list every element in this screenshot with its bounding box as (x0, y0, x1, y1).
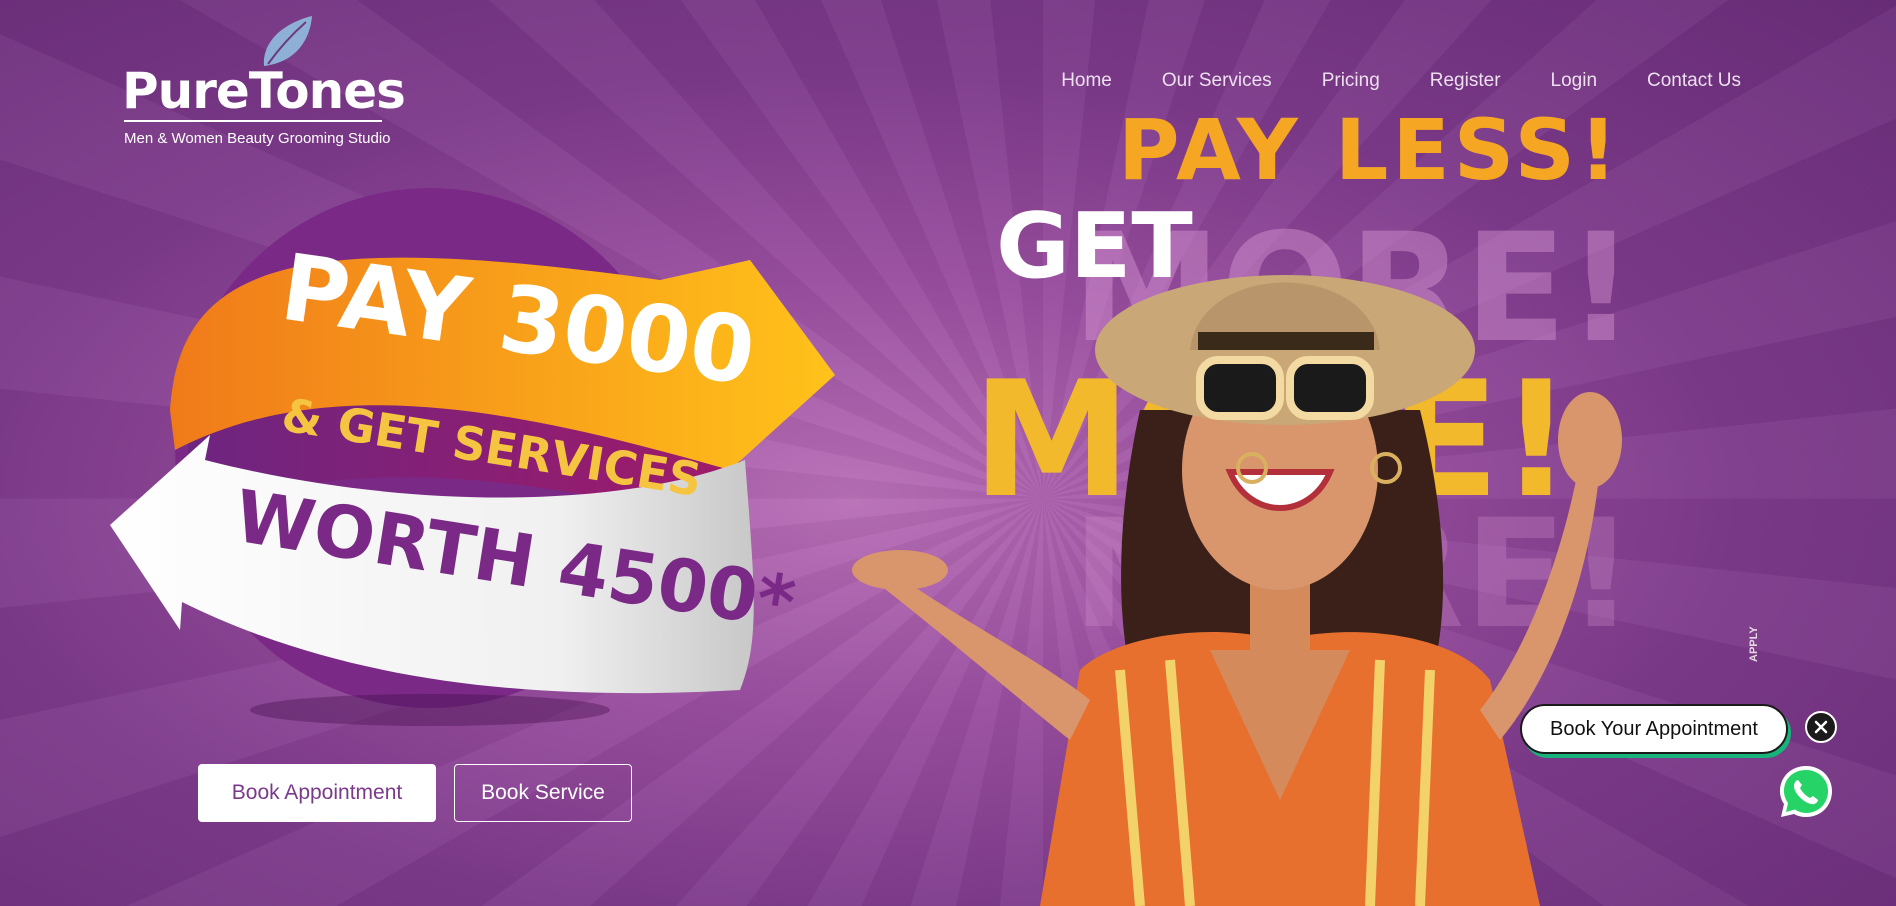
model-illustration (780, 240, 1740, 906)
promo-graphic: PAY 3000 & GET SERVICES WORTH 4500* (100, 170, 840, 730)
headline-pay-less: PAY LESS! (1118, 101, 1622, 199)
whatsapp-icon[interactable] (1776, 762, 1836, 822)
nav-pricing[interactable]: Pricing (1322, 70, 1380, 92)
book-service-button[interactable]: Book Service (454, 764, 632, 822)
nav-our-services[interactable]: Our Services (1162, 70, 1272, 92)
brand-tagline: Men & Women Beauty Grooming Studio (124, 130, 391, 147)
book-your-appointment-button[interactable]: Book Your Appointment (1520, 704, 1788, 754)
brand-name: PureTones (122, 62, 406, 120)
book-appointment-button[interactable]: Book Appointment (198, 764, 436, 822)
close-icon[interactable] (1805, 711, 1837, 743)
terms-apply-text: APPLY (1748, 626, 1760, 662)
nav-contact-us[interactable]: Contact Us (1647, 70, 1741, 92)
nav-login[interactable]: Login (1551, 70, 1598, 92)
main-nav: Home Our Services Pricing Register Login… (1061, 70, 1741, 92)
nav-register[interactable]: Register (1430, 70, 1501, 92)
logo-divider (124, 120, 382, 122)
nav-home[interactable]: Home (1061, 70, 1112, 92)
